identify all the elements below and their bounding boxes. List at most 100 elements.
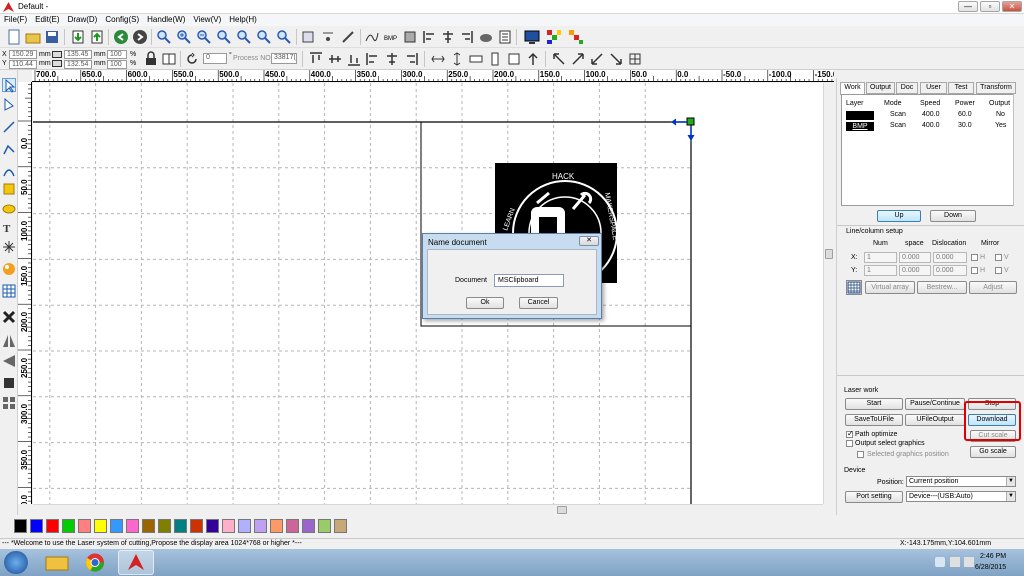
rotate-icon[interactable] [184,51,200,67]
height-field[interactable]: 132.54 [64,60,92,69]
laser-head-icon[interactable] [478,29,494,45]
path-optimize-checkbox[interactable] [846,429,854,438]
lock-ratio-icon[interactable] [143,51,159,67]
array-icon[interactable] [402,29,418,45]
distribute-v-icon[interactable] [449,51,465,67]
palette-color-swatch[interactable] [318,519,331,533]
tab-test[interactable]: Test [948,82,974,94]
mirror-icon[interactable] [161,51,177,67]
menu-draw[interactable]: Draw(D) [64,14,102,26]
mirror-v-y-checkbox[interactable] [995,267,1002,274]
tray-arrow-icon[interactable] [935,557,945,567]
menu-help[interactable]: Help(H) [225,14,261,26]
rectangle-tool-icon[interactable] [2,182,16,196]
node-select-icon[interactable] [2,98,16,112]
laser-app-taskbar-icon[interactable] [118,550,154,575]
network-icon[interactable] [950,557,960,567]
tab-output[interactable]: Output [866,82,895,94]
cancel-button[interactable]: Cancel [519,297,558,309]
horizontal-scrollbar[interactable] [33,504,823,515]
menu-file[interactable]: File(F) [0,14,31,26]
layer-up-button[interactable]: Up [877,210,921,222]
palette-color-swatch[interactable] [334,519,347,533]
mirror-h-tool-icon[interactable] [2,334,16,348]
zoom-page-icon[interactable] [236,29,252,45]
mirror-v-tool-icon[interactable] [2,354,16,368]
ok-button[interactable]: Ok [466,297,504,309]
tab-transform[interactable]: Transform [976,82,1016,94]
palette-color-swatch[interactable] [302,519,315,533]
x-position-field[interactable]: 150.29 [9,50,37,59]
undo-icon[interactable] [113,29,129,45]
selected-graphics-position-checkbox[interactable] [857,451,864,458]
grid-array-icon[interactable] [2,284,16,298]
tab-user[interactable]: User [920,82,947,94]
tab-doc[interactable]: Doc [896,82,918,94]
polyline-tool-icon[interactable] [2,142,16,156]
palette-color-swatch[interactable] [254,519,267,533]
move-bottomleft-icon[interactable] [589,51,605,67]
menu-view[interactable]: View(V) [189,14,225,26]
mirror-h-y-checkbox[interactable] [971,267,978,274]
x-dislocation-field[interactable]: 0.000 [933,252,967,263]
maximize-button[interactable]: ▫ [980,1,1000,12]
array-tool-icon[interactable] [2,396,16,410]
curve-tool-icon[interactable] [2,164,16,178]
align-vcenter-icon[interactable] [384,51,400,67]
palette-color-swatch[interactable] [174,519,187,533]
curve-icon[interactable] [364,29,380,45]
position-select[interactable]: Current position ▼ [906,476,1016,487]
palette-color-swatch[interactable] [270,519,283,533]
dialog-close-button[interactable]: ✕ [579,236,599,246]
x-num-field[interactable]: 1 [864,252,897,263]
new-file-icon[interactable] [6,29,22,45]
bestrew-button[interactable]: Bestrew... [917,281,967,294]
align-right-icon[interactable] [459,29,475,45]
vertical-scroll-thumb[interactable] [825,249,833,259]
node-edit-icon[interactable] [320,29,336,45]
same-width-icon[interactable] [468,51,484,67]
start-button[interactable]: Start [845,398,903,410]
virtual-array-button[interactable]: Virtual array [865,281,915,294]
ellipse-tool-icon[interactable] [2,202,16,216]
save-to-ufile-button[interactable]: SaveToUFile [845,414,903,426]
explorer-folder-icon[interactable] [42,552,72,573]
export-icon[interactable] [89,29,105,45]
move-bottomright-icon[interactable] [608,51,624,67]
y-position-field[interactable]: 110.44 [9,60,37,69]
volume-icon[interactable] [964,557,974,567]
array-grid-icon[interactable] [846,280,862,295]
palette-color-swatch[interactable] [190,519,203,533]
distribute-h-icon[interactable] [430,51,446,67]
horizontal-scroll-thumb[interactable] [557,506,567,514]
port-setting-button[interactable]: Port setting [845,491,903,503]
layer-down-button[interactable]: Down [930,210,976,222]
palette-color-swatch[interactable] [46,519,59,533]
zoom-fit-icon[interactable] [216,29,232,45]
palette-color-swatch[interactable] [14,519,27,533]
move-topleft-icon[interactable] [551,51,567,67]
import-icon[interactable] [70,29,86,45]
rotation-angle-field[interactable]: 0 [203,53,227,64]
ufile-output-button[interactable]: UFileOutput [905,414,965,426]
color-grid-icon-2[interactable] [568,29,584,45]
pause-continue-button[interactable]: Pause/Continue [905,398,965,410]
align-top-icon[interactable] [308,51,324,67]
y-space-field[interactable]: 0.000 [899,265,931,276]
monitor-icon[interactable] [524,29,540,45]
palette-color-swatch[interactable] [142,519,155,533]
color-grid-icon[interactable] [546,29,562,45]
line-tool-icon[interactable] [2,120,16,134]
table-row[interactable]: BMP Scan 400.0 30.0 Yes [844,122,1018,132]
palette-color-swatch[interactable] [126,519,139,533]
palette-color-swatch[interactable] [110,519,123,533]
align-left-icon[interactable] [421,29,437,45]
bitmap-tool-icon[interactable] [2,262,16,276]
arrow-up-icon[interactable] [525,51,541,67]
x-space-field[interactable]: 0.000 [899,252,931,263]
height-percent-field[interactable]: 100 [107,60,127,69]
output-select-graphics-checkbox[interactable] [846,440,853,447]
fill-tool-icon[interactable] [2,376,16,390]
width-percent-field[interactable]: 100 [107,50,127,59]
menu-config[interactable]: Config(S) [101,14,143,26]
